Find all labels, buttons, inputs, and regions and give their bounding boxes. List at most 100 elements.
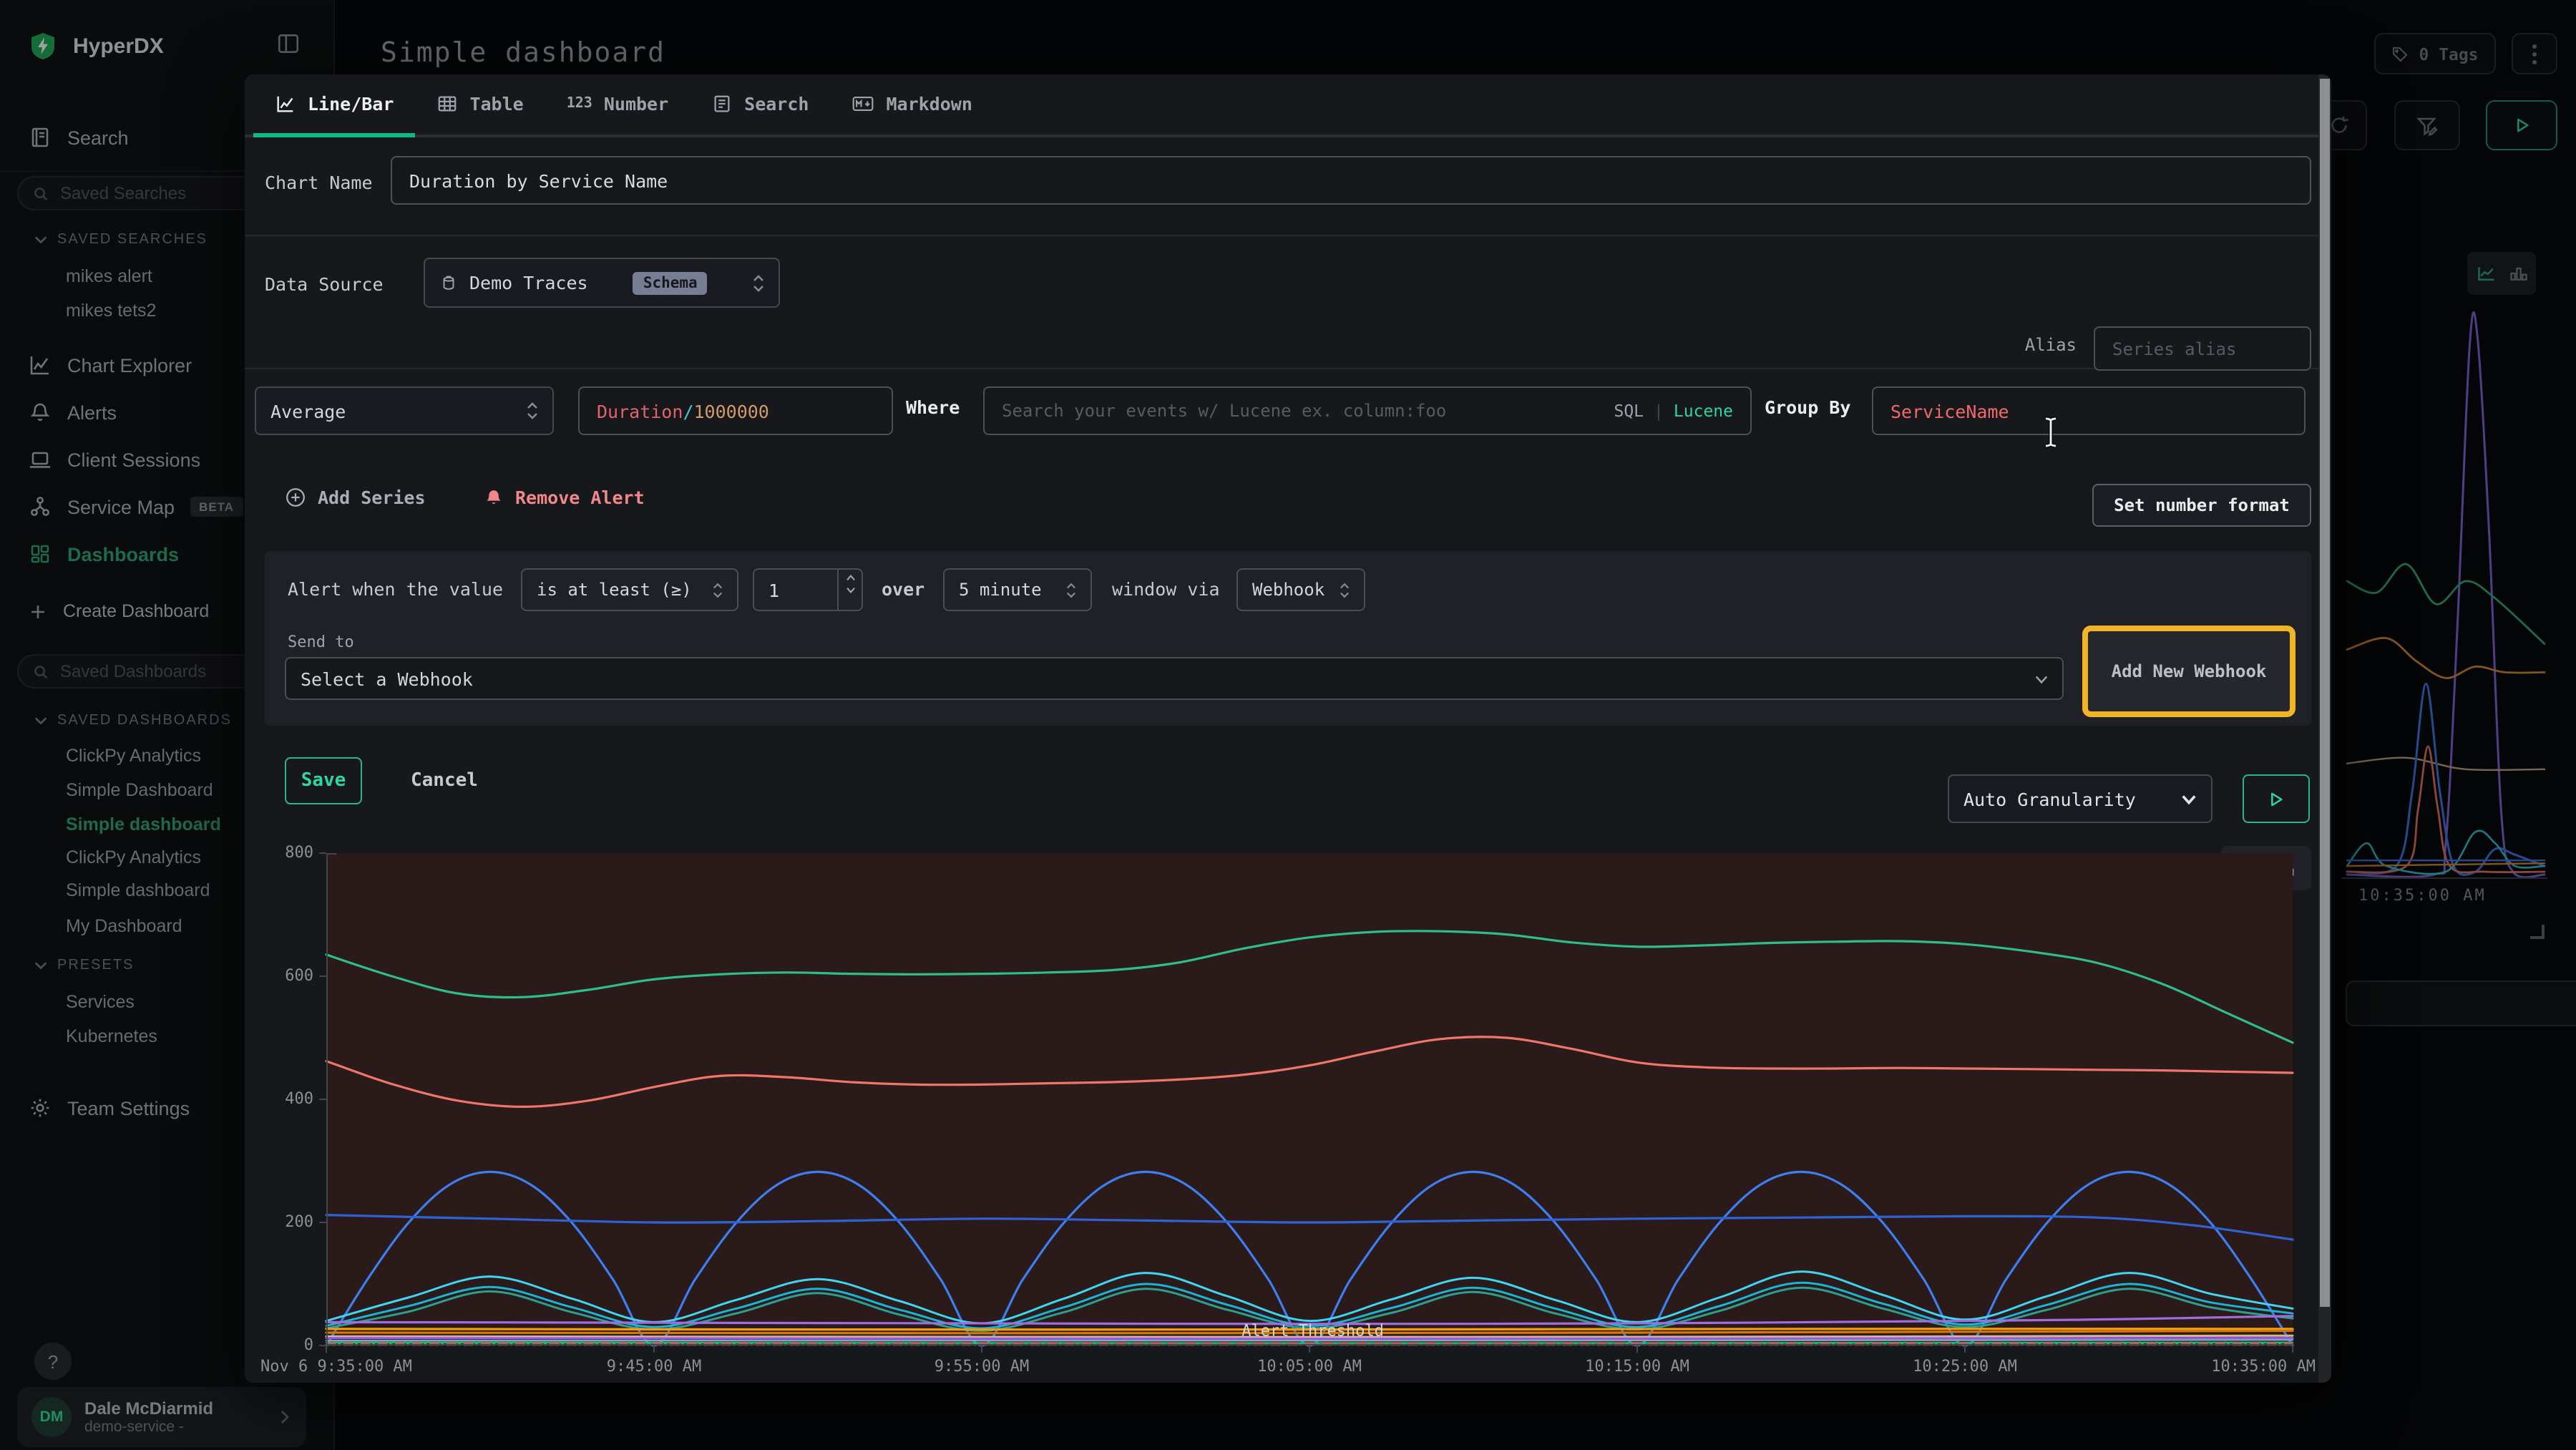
x-axis-label: 10:35:00 AM xyxy=(2211,1357,2316,1376)
aggregation-value: Average xyxy=(270,400,346,422)
schema-badge: Schema xyxy=(633,271,708,294)
tab-label: Number xyxy=(604,93,668,115)
tab-label: Table xyxy=(469,93,523,115)
markdown-icon xyxy=(852,93,874,115)
save-button[interactable]: Save xyxy=(285,757,362,804)
data-source-select[interactable]: Demo Traces Schema xyxy=(424,258,780,308)
app-root: HyperDX Search Saved Searches SAVED SEAR… xyxy=(0,0,2576,1450)
y-axis-label: 600 xyxy=(256,966,313,985)
data-source-value: Demo Traces xyxy=(469,272,588,293)
over-label: over xyxy=(882,578,924,600)
modal-scrollbar-thumb[interactable] xyxy=(2320,79,2330,1307)
updown-chevrons-icon xyxy=(753,273,764,293)
y-axis-label: 400 xyxy=(256,1089,313,1108)
table-icon xyxy=(436,93,458,115)
tab-label: Markdown xyxy=(886,93,972,115)
add-series-label: Add Series xyxy=(318,487,426,508)
text-cursor xyxy=(2041,415,2061,449)
sql-toggle[interactable]: SQL xyxy=(1614,401,1644,421)
play-icon xyxy=(2267,789,2285,808)
x-axis-label: 9:45:00 AM xyxy=(607,1357,701,1376)
tab-label: Search xyxy=(744,93,809,115)
lucene-toggle[interactable]: Lucene xyxy=(1674,401,1733,421)
tab-search[interactable]: Search xyxy=(690,74,830,137)
cancel-button[interactable]: Cancel xyxy=(411,757,478,804)
field-token: / xyxy=(683,400,693,422)
plus-circle-icon xyxy=(285,487,306,508)
toggle-separator: | xyxy=(1654,401,1664,421)
add-series-button[interactable]: Add Series xyxy=(285,487,426,508)
granularity-select[interactable]: Auto Granularity xyxy=(1948,774,2212,823)
chevron-down-icon xyxy=(2035,672,2048,685)
updown-chevrons-icon xyxy=(1066,580,1076,599)
where-search-input[interactable]: Search your events w/ Lucene ex. column:… xyxy=(983,386,1752,435)
group-by-input[interactable]: ServiceName xyxy=(1872,386,2306,435)
where-placeholder: Search your events w/ Lucene ex. column:… xyxy=(1002,401,1446,421)
send-to-label: Send to xyxy=(288,633,354,651)
modal-scrollbar[interactable] xyxy=(2318,74,2331,1383)
chart-type-tabs: Line/Bar Table 123 Number Search Markdow… xyxy=(245,74,2331,137)
x-axis-label: 10:05:00 AM xyxy=(1257,1357,1362,1376)
modal-divider xyxy=(245,235,2331,236)
field-token: Duration xyxy=(597,400,683,422)
set-number-format-button[interactable]: Set number format xyxy=(2092,484,2311,527)
tutorial-highlight-frame: Add New Webhook xyxy=(2082,626,2296,717)
bell-icon xyxy=(484,487,504,507)
query-language-toggle[interactable]: SQL | Lucene xyxy=(1614,401,1733,421)
alert-threshold-label: Alert Threshold xyxy=(1241,1322,1384,1340)
webhook-select-value: Select a Webhook xyxy=(301,668,473,689)
chart-name-label: Chart Name xyxy=(265,172,373,193)
updown-chevrons-icon xyxy=(1340,580,1350,599)
tab-markdown[interactable]: Markdown xyxy=(830,74,993,137)
run-chart-button[interactable] xyxy=(2243,774,2310,823)
spinner-down-icon[interactable] xyxy=(845,587,855,594)
group-by-label: Group By xyxy=(1765,396,1850,418)
line-chart-icon xyxy=(275,93,296,115)
preview-chart: Alert Threshold xyxy=(326,853,2293,1346)
data-source-label: Data Source xyxy=(265,273,384,295)
chart-name-input[interactable]: Duration by Service Name xyxy=(391,156,2311,205)
tab-line-bar[interactable]: Line/Bar xyxy=(253,74,415,137)
chevron-down-icon xyxy=(2181,791,2197,807)
x-axis-label: 10:25:00 AM xyxy=(1913,1357,2017,1376)
alert-operator-select[interactable]: is at least (≥) xyxy=(521,568,738,611)
updown-chevrons-icon xyxy=(713,580,723,599)
x-axis-label: 9:55:00 AM xyxy=(935,1357,1029,1376)
add-new-webhook-button[interactable]: Add New Webhook xyxy=(2088,631,2290,711)
database-icon xyxy=(439,273,458,293)
number-spinner[interactable] xyxy=(837,570,862,610)
spinner-up-icon[interactable] xyxy=(845,574,855,581)
number-123-icon: 123 xyxy=(567,96,592,112)
updown-chevrons-icon xyxy=(527,401,538,421)
alert-window-select[interactable]: 5 minute xyxy=(943,568,1092,611)
plot-background xyxy=(326,853,2293,1346)
field-expression-input[interactable]: Duration/1000000 xyxy=(578,386,893,435)
webhook-select[interactable]: Select a Webhook xyxy=(285,657,2064,700)
field-token: 1000000 xyxy=(694,400,769,422)
alert-channel-select[interactable]: Webhook xyxy=(1236,568,1365,611)
tab-table[interactable]: Table xyxy=(415,74,545,137)
tab-number[interactable]: 123 Number xyxy=(545,74,690,137)
y-axis-labels: 0200400600800 xyxy=(256,853,313,1346)
alert-config-panel: Alert when the value is at least (≥) 1 o… xyxy=(265,551,2311,726)
alias-input[interactable]: Series alias xyxy=(2094,326,2311,371)
y-axis-label: 200 xyxy=(256,1212,313,1231)
where-label: Where xyxy=(906,396,960,418)
y-axis-label: 0 xyxy=(256,1335,313,1354)
aggregation-select[interactable]: Average xyxy=(255,386,554,435)
y-axis-label: 800 xyxy=(256,843,313,862)
x-axis-label: Nov 6 9:35:00 AM xyxy=(260,1357,412,1376)
search-list-icon xyxy=(711,93,733,115)
x-axis-labels: Nov 6 9:35:00 AM9:45:00 AM9:55:00 AM10:0… xyxy=(326,1357,2293,1377)
window-via-label: window via xyxy=(1112,578,1220,600)
edit-chart-modal: Line/Bar Table 123 Number Search Markdow… xyxy=(245,74,2331,1383)
remove-alert-label: Remove Alert xyxy=(515,487,645,508)
modal-divider xyxy=(245,368,2331,369)
remove-alert-button[interactable]: Remove Alert xyxy=(484,487,645,508)
preview-chart-svg: Alert Threshold xyxy=(326,853,2293,1346)
tab-label: Line/Bar xyxy=(308,93,394,115)
alert-prefix-label: Alert when the value xyxy=(288,578,503,600)
alias-label: Alias xyxy=(1890,335,2077,355)
alert-threshold-input[interactable]: 1 xyxy=(753,568,863,611)
x-axis-label: 10:15:00 AM xyxy=(1585,1357,1689,1376)
